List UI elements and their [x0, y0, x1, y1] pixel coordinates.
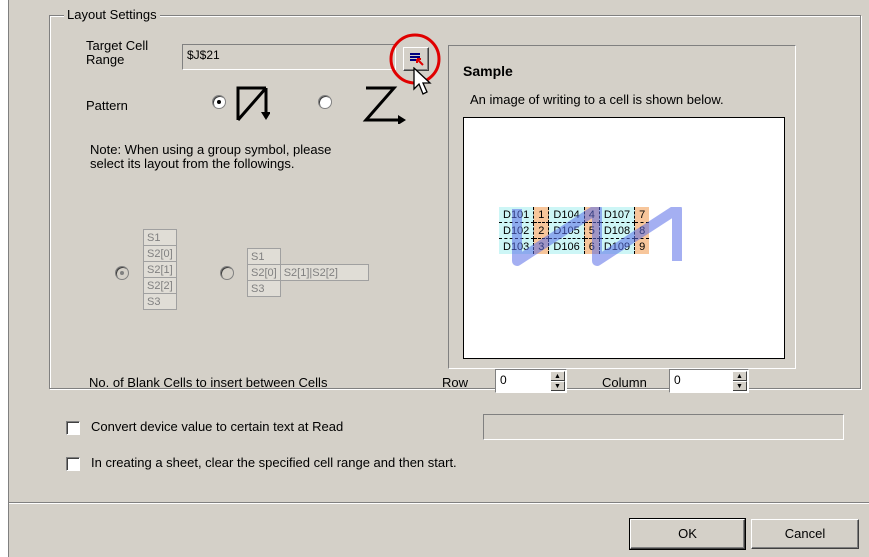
group-layout-horizontal-table: S1 S2[0] S2[1]|S2[2] S3: [247, 248, 370, 297]
pattern-column-icon: [236, 86, 270, 121]
target-cell-value: $J$21: [187, 48, 220, 62]
radio-dot: [217, 100, 221, 104]
row-spinner[interactable]: ▲ ▼: [550, 371, 565, 391]
target-cell-label: Target Cell Range: [86, 39, 148, 67]
row-label: Row: [442, 375, 469, 390]
sample-description: An image of writing to a cell is shown b…: [470, 92, 724, 107]
cancel-button[interactable]: Cancel: [751, 519, 859, 549]
pattern-label: Pattern: [86, 98, 128, 113]
layout-cell: S2[1]|S2[2]: [279, 264, 370, 281]
target-cell-label-line2: Range: [86, 52, 125, 67]
spin-down-icon[interactable]: ▼: [733, 381, 747, 391]
mouse-cursor-icon: [413, 67, 432, 95]
layout-cell: S3: [143, 293, 177, 310]
layout-cell: S2[2]: [143, 277, 177, 294]
layout-cell: S3: [247, 280, 281, 297]
target-cell-input[interactable]: $J$21: [182, 44, 396, 70]
column-spinner[interactable]: ▲ ▼: [732, 371, 747, 391]
convert-label: Convert device value to certain text at …: [91, 419, 344, 434]
column-label: Column: [602, 375, 647, 390]
row-spinner-input[interactable]: 0 ▲ ▼: [495, 369, 567, 393]
convert-text-field[interactable]: [483, 414, 844, 440]
column-spinner-input[interactable]: 0 ▲ ▼: [669, 369, 749, 393]
layout-cell-text: S2[1]: [283, 266, 310, 279]
ok-button[interactable]: OK: [629, 518, 746, 550]
spin-down-icon[interactable]: ▼: [551, 381, 565, 391]
layout-cell: S2[0]: [143, 245, 177, 262]
group-layout-vertical-table: S1 S2[0] S2[1] S2[2] S3: [143, 229, 177, 310]
clear-range-label: In creating a sheet, clear the specified…: [91, 455, 457, 470]
convert-checkbox[interactable]: [66, 421, 80, 435]
layout-cell: S1: [247, 248, 281, 265]
layout-cell: S2[0]: [247, 264, 281, 281]
layout-cell-text: S2[2]: [312, 266, 338, 279]
clear-range-checkbox[interactable]: [66, 457, 80, 471]
note-line1: Note: When using a group symbol, please: [90, 142, 332, 157]
radio-dot: [120, 271, 124, 275]
group-layout-radio-vertical[interactable]: [115, 266, 129, 280]
layout-cell: S1: [143, 229, 177, 246]
pattern-row-icon: [362, 86, 406, 124]
group-layout-radio-horizontal[interactable]: [220, 266, 234, 280]
sample-write-path: [512, 207, 682, 266]
layout-empty: [279, 280, 369, 297]
bottom-separator: [9, 502, 869, 504]
note-line2: select its layout from the followings.: [90, 156, 295, 171]
spin-up-icon[interactable]: ▲: [551, 371, 565, 381]
blank-cells-label: No. of Blank Cells to insert between Cel…: [89, 375, 328, 390]
pattern-radio-column[interactable]: [212, 95, 226, 109]
spin-up-icon[interactable]: ▲: [733, 371, 747, 381]
note-text: Note: When using a group symbol, please …: [90, 143, 331, 171]
group-title: Layout Settings: [64, 7, 160, 22]
target-cell-label-line1: Target Cell: [86, 38, 149, 53]
layout-empty: [279, 248, 369, 265]
column-value: 0: [674, 373, 681, 387]
layout-cell: S2[1]: [143, 261, 177, 278]
pattern-radio-row[interactable]: [318, 95, 332, 109]
sample-title: Sample: [463, 63, 513, 79]
row-value: 0: [500, 373, 507, 387]
